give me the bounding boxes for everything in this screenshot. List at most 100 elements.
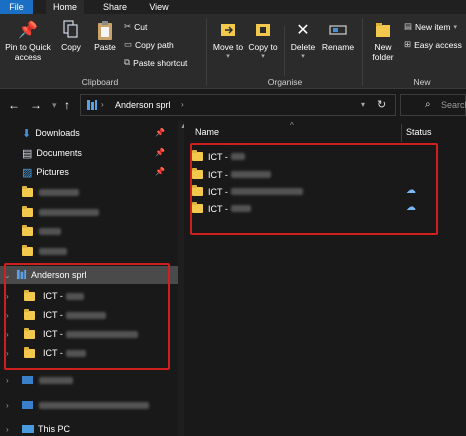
- nav-label: Documents: [36, 148, 82, 158]
- up-arrow-icon[interactable]: ↑: [64, 98, 70, 112]
- column-header-name[interactable]: Name: [195, 127, 219, 137]
- tab-view[interactable]: View: [142, 0, 176, 14]
- cloud-icon: ☁: [406, 202, 416, 213]
- organise-group-label: Organise: [267, 77, 303, 87]
- pin-icon: 📌: [155, 167, 165, 176]
- library-icon: [86, 99, 98, 113]
- file-name: ICT -: [208, 186, 228, 197]
- chevron-right-icon[interactable]: ›: [6, 425, 16, 434]
- nav-item-redacted-location[interactable]: ›: [0, 396, 178, 414]
- nav-item-downloads[interactable]: ⬇ Downloads: [0, 124, 178, 142]
- copy-to-label: Copy to: [248, 42, 278, 52]
- chevron-right-icon[interactable]: ›: [6, 292, 16, 301]
- redacted-label: [230, 153, 245, 160]
- chevron-down-icon[interactable]: ⌄: [4, 271, 14, 280]
- rename-button[interactable]: Rename: [320, 20, 356, 52]
- list-item[interactable]: ICT -: [192, 148, 437, 165]
- easy-access-icon: ⊞: [404, 39, 412, 49]
- pin-to-quick-access-button[interactable]: 📌 Pin to Quick access: [0, 20, 56, 62]
- address-dropdown-icon[interactable]: ▾: [361, 100, 365, 109]
- breadcrumb[interactable]: Anderson sprl: [115, 100, 171, 110]
- nav-label: Anderson sprl: [31, 270, 87, 280]
- nav-item-pictures[interactable]: ▨ Pictures: [0, 163, 178, 181]
- forward-icon[interactable]: →: [30, 98, 42, 112]
- chevron-right-icon[interactable]: ›: [6, 330, 16, 339]
- nav-item-library-child[interactable]: › ICT -: [0, 287, 178, 305]
- column-header-status[interactable]: Status: [406, 127, 432, 137]
- copy-path-button[interactable]: ▭ Copy path: [124, 39, 174, 50]
- redacted-label: [65, 349, 86, 357]
- document-icon: ▤: [22, 147, 33, 160]
- redacted-label: [39, 208, 99, 216]
- search-input[interactable]: Search: [441, 100, 466, 110]
- copy-icon: [56, 20, 86, 42]
- column-divider[interactable]: [401, 124, 402, 142]
- paste-button[interactable]: Paste: [89, 20, 121, 52]
- copy-label: Copy: [61, 42, 81, 52]
- delete-label: Delete: [290, 42, 316, 52]
- pin-icon: 📌: [155, 148, 165, 157]
- nav-item-documents[interactable]: ▤ Documents: [0, 144, 178, 162]
- new-item-icon: ▤: [404, 21, 413, 31]
- navigation-pane: ⬇ Downloads 📌 ▤ Documents 📌 ▨ Pictures 📌…: [0, 121, 178, 436]
- redacted-label: [230, 171, 271, 178]
- nav-item-redacted-folder[interactable]: [0, 242, 178, 260]
- tab-home[interactable]: Home: [46, 0, 84, 14]
- back-icon[interactable]: ←: [8, 98, 20, 112]
- pin-icon: 📌: [18, 22, 38, 39]
- computer-icon: [22, 425, 34, 433]
- delete-button[interactable]: ✕ Delete ▾: [288, 20, 318, 62]
- copy-button[interactable]: Copy: [56, 20, 86, 52]
- list-item[interactable]: ICT -: [192, 200, 437, 217]
- refresh-icon[interactable]: ↻: [377, 98, 386, 111]
- chevron-down-icon: ▾: [453, 23, 457, 31]
- folder-icon: [22, 185, 33, 197]
- nav-label: Pictures: [36, 167, 69, 177]
- nav-item-redacted-folder[interactable]: [0, 222, 178, 240]
- nav-item-redacted-location[interactable]: ›: [0, 371, 178, 389]
- recent-locations-icon[interactable]: ▾: [52, 100, 57, 111]
- chevron-right-icon[interactable]: ›: [6, 311, 16, 320]
- redacted-label: [65, 311, 106, 319]
- new-folder-icon: [366, 20, 400, 42]
- clipboard-icon: [89, 20, 121, 42]
- move-to-icon: [212, 20, 244, 42]
- nav-item-redacted-folder[interactable]: [0, 203, 178, 221]
- file-list: ^ Name Status ICT - ICT - ICT - ☁ ICT - …: [184, 121, 466, 436]
- copy-to-icon: [248, 20, 278, 42]
- breadcrumb-chevron-icon: ›: [101, 100, 104, 109]
- new-group-label: New: [413, 77, 431, 87]
- new-folder-button[interactable]: New folder: [366, 20, 400, 62]
- redacted-label: [39, 401, 149, 409]
- delete-icon: ✕: [296, 22, 310, 39]
- nav-item-redacted-folder[interactable]: [0, 183, 178, 201]
- search-box[interactable]: ⌕ Search: [400, 94, 466, 116]
- address-row: ← → ▾ ↑ › Anderson sprl › ▾ ↻ ⌕ Search: [0, 89, 466, 121]
- nav-item-library-child[interactable]: › ICT -: [0, 306, 178, 324]
- copy-to-button[interactable]: Copy to ▾: [248, 20, 278, 62]
- tab-share[interactable]: Share: [95, 0, 135, 14]
- chevron-right-icon[interactable]: ›: [6, 401, 16, 410]
- new-item-button[interactable]: ▤ New item ▾: [404, 21, 457, 32]
- address-bar[interactable]: › Anderson sprl › ▾ ↻: [80, 94, 396, 116]
- chevron-right-icon[interactable]: ›: [6, 349, 16, 358]
- ribbon-separator: [284, 26, 285, 76]
- pin-icon: 📌: [155, 128, 165, 137]
- nav-item-library-child[interactable]: › ICT -: [0, 344, 178, 362]
- cloud-drive-icon: [22, 376, 33, 384]
- list-item[interactable]: ICT -: [192, 183, 437, 200]
- cut-button[interactable]: ✂ Cut: [124, 21, 147, 32]
- paste-label: Paste: [94, 42, 116, 52]
- move-to-button[interactable]: Move to ▾: [212, 20, 244, 62]
- nav-item-library-child[interactable]: › ICT -: [0, 325, 178, 343]
- paste-shortcut-button[interactable]: ⧉ Paste shortcut: [124, 57, 187, 68]
- pictures-icon: ▨: [22, 166, 33, 179]
- chevron-right-icon[interactable]: ›: [6, 376, 16, 385]
- nav-item-anderson-sprl[interactable]: ⌄ Anderson sprl: [0, 266, 178, 284]
- file-name: ICT -: [208, 203, 228, 214]
- scissors-icon: ✂: [124, 21, 132, 31]
- easy-access-button[interactable]: ⊞ Easy access: [404, 39, 462, 50]
- tab-file[interactable]: File: [0, 0, 33, 14]
- nav-item-this-pc[interactable]: › This PC: [0, 420, 178, 436]
- list-item[interactable]: ICT -: [192, 166, 437, 183]
